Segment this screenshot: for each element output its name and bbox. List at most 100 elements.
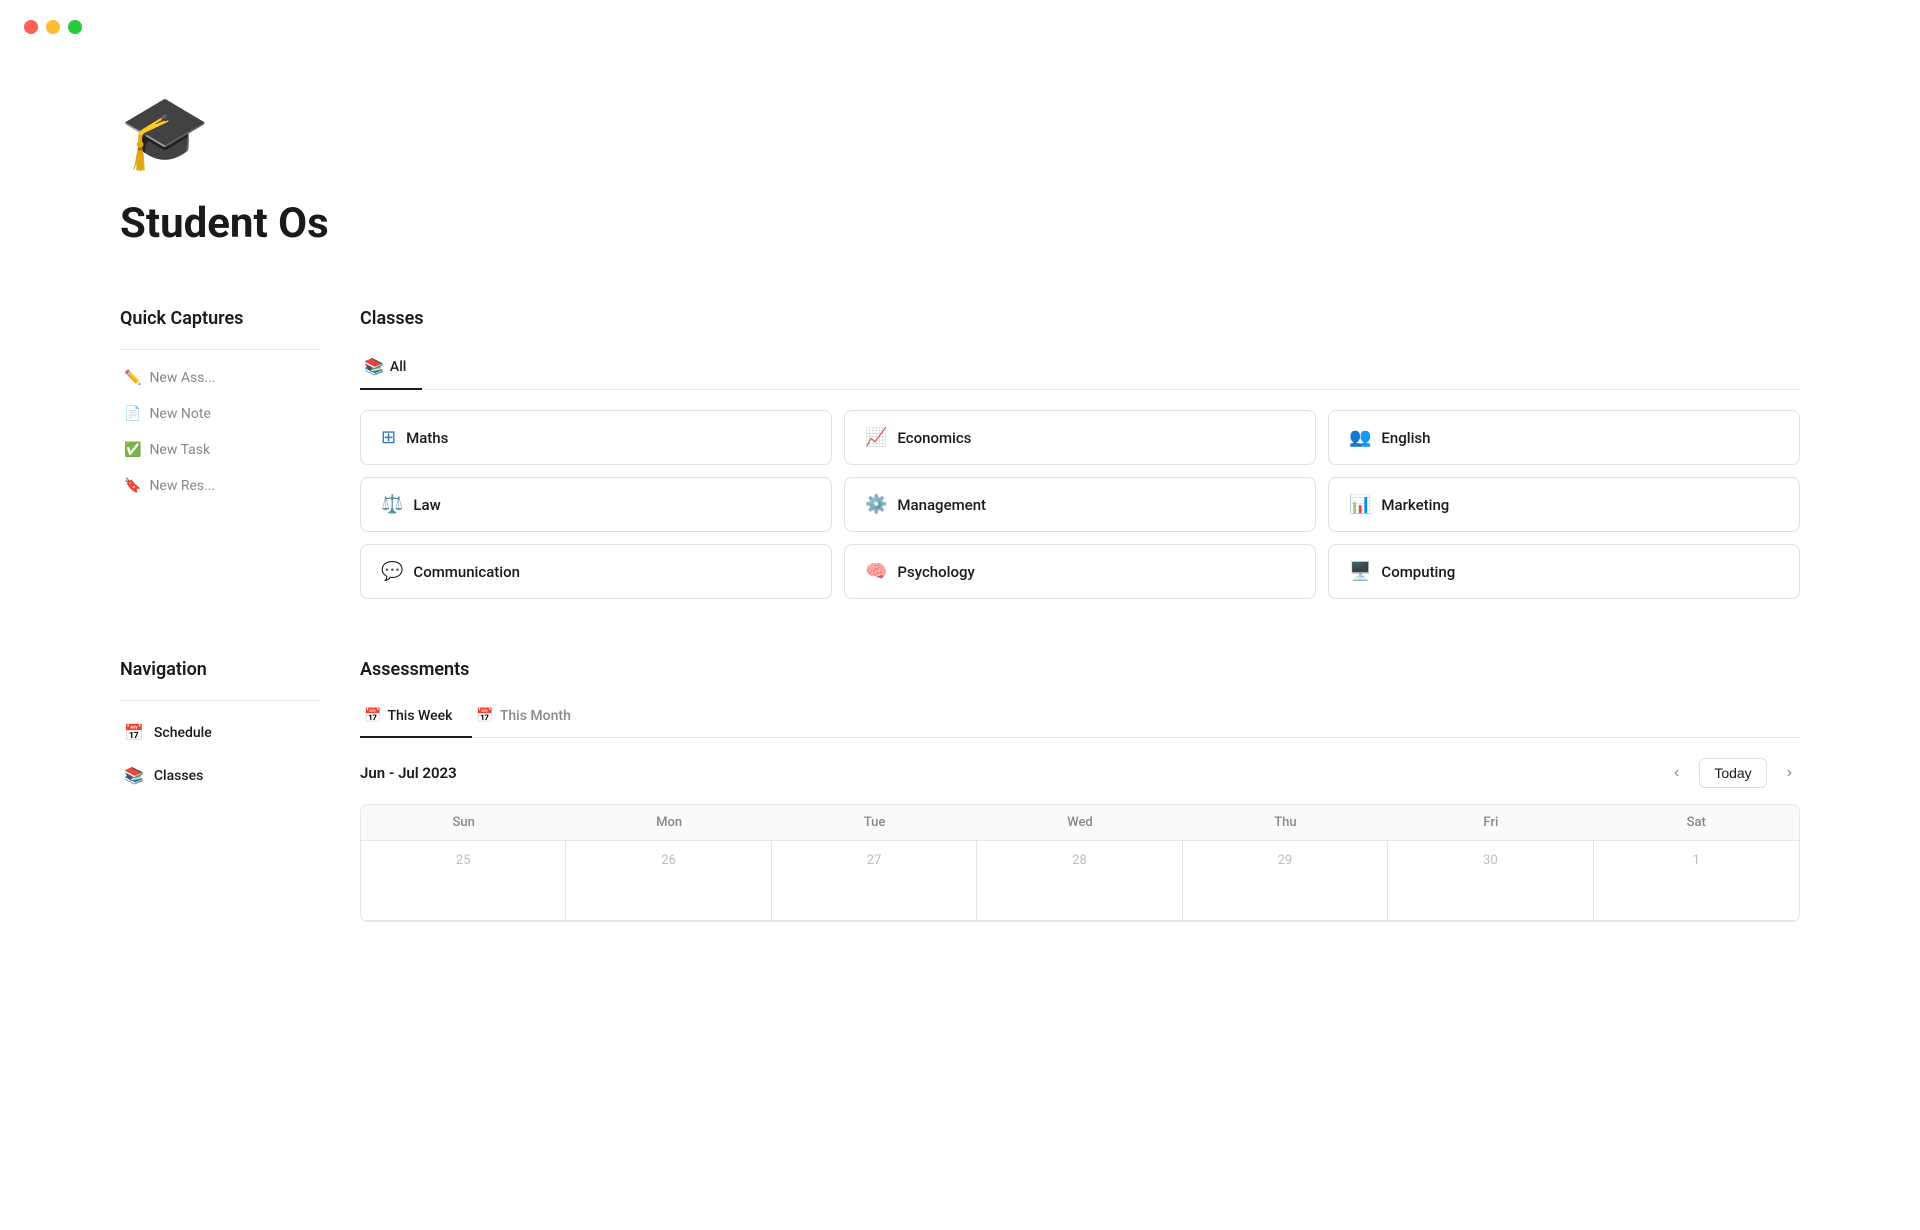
classes-nav-icon: 📚 <box>124 766 144 785</box>
navigation-list: 📅 Schedule 📚 Classes <box>120 700 320 795</box>
close-button[interactable] <box>24 20 38 34</box>
english-icon: 👥 <box>1349 427 1371 448</box>
schedule-icon: 📅 <box>124 723 144 742</box>
calendar-cell-6[interactable]: 1 <box>1594 841 1799 921</box>
calendar-header: Jun - Jul 2023 ‹ Today › <box>360 758 1800 788</box>
calendar-cell-0[interactable]: 25 <box>361 841 566 921</box>
cal-date-26: 26 <box>576 853 760 868</box>
economics-label: Economics <box>897 429 971 447</box>
navigation-section: Navigation 📅 Schedule 📚 Classes <box>120 659 320 922</box>
assessments-header: Assessments <box>360 659 1800 680</box>
classes-section: Classes 📚 All ⊞ Maths 📈 Economics <box>360 308 1800 599</box>
computing-icon: 🖥️ <box>1349 561 1371 582</box>
class-maths[interactable]: ⊞ Maths <box>360 410 832 465</box>
bookmark-icon: 🔖 <box>124 478 141 494</box>
main-content: 🎓 Student Os Quick Captures ✏️ New Ass..… <box>0 30 1920 982</box>
management-icon: ⚙️ <box>865 494 887 515</box>
calendar-date-range: Jun - Jul 2023 <box>360 764 457 782</box>
note-icon: 📄 <box>124 406 141 422</box>
new-assignment-item[interactable]: ✏️ New Ass... <box>120 362 320 394</box>
cal-date-28: 28 <box>987 853 1171 868</box>
quick-captures-section: Quick Captures ✏️ New Ass... 📄 New Note … <box>120 308 320 599</box>
new-resource-label: New Res... <box>149 478 215 494</box>
law-icon: ⚖️ <box>381 494 403 515</box>
day-header-sat: Sat <box>1594 805 1799 841</box>
economics-icon: 📈 <box>865 427 887 448</box>
day-header-fri: Fri <box>1388 805 1593 841</box>
communication-label: Communication <box>413 563 520 581</box>
tab-all[interactable]: 📚 All <box>360 349 422 390</box>
top-section: Quick Captures ✏️ New Ass... 📄 New Note … <box>120 308 1800 599</box>
calendar-cell-5[interactable]: 30 <box>1388 841 1593 921</box>
class-marketing[interactable]: 📊 Marketing <box>1328 477 1800 532</box>
maths-icon: ⊞ <box>381 427 396 448</box>
new-note-item[interactable]: 📄 New Note <box>120 398 320 430</box>
day-header-wed: Wed <box>977 805 1182 841</box>
classes-header: Classes <box>360 308 1800 329</box>
english-label: English <box>1381 429 1430 447</box>
class-economics[interactable]: 📈 Economics <box>844 410 1316 465</box>
this-week-calendar-icon: 📅 <box>364 708 381 724</box>
class-management[interactable]: ⚙️ Management <box>844 477 1316 532</box>
check-icon: ✅ <box>124 442 141 458</box>
psychology-label: Psychology <box>897 563 974 581</box>
computing-label: Computing <box>1381 563 1455 581</box>
class-computing[interactable]: 🖥️ Computing <box>1328 544 1800 599</box>
new-note-label: New Note <box>149 406 210 422</box>
new-task-item[interactable]: ✅ New Task <box>120 434 320 466</box>
marketing-icon: 📊 <box>1349 494 1371 515</box>
quick-captures-header: Quick Captures <box>120 308 320 329</box>
calendar-prev-button[interactable]: ‹ <box>1666 760 1687 786</box>
maximize-button[interactable] <box>68 20 82 34</box>
schedule-label: Schedule <box>154 725 212 741</box>
minimize-button[interactable] <box>46 20 60 34</box>
class-communication[interactable]: 💬 Communication <box>360 544 832 599</box>
calendar-cell-2[interactable]: 27 <box>772 841 977 921</box>
cal-date-1: 1 <box>1604 853 1789 868</box>
marketing-label: Marketing <box>1381 496 1449 514</box>
tab-this-month[interactable]: 📅 This Month <box>472 700 590 738</box>
books-icon: 📚 <box>364 357 384 376</box>
class-english[interactable]: 👥 English <box>1328 410 1800 465</box>
classes-grid: ⊞ Maths 📈 Economics 👥 English ⚖️ Law ⚙️ <box>360 410 1800 599</box>
calendar-cell-3[interactable]: 28 <box>977 841 1182 921</box>
psychology-icon: 🧠 <box>865 561 887 582</box>
new-assignment-label: New Ass... <box>149 370 215 386</box>
management-label: Management <box>897 496 986 514</box>
classes-tabs: 📚 All <box>360 349 1800 390</box>
day-header-thu: Thu <box>1183 805 1388 841</box>
new-resource-item[interactable]: 🔖 New Res... <box>120 470 320 502</box>
bottom-section: Navigation 📅 Schedule 📚 Classes Assessme… <box>120 659 1800 922</box>
assessments-section: Assessments 📅 This Week 📅 This Month Jun… <box>360 659 1800 922</box>
cal-date-29: 29 <box>1193 853 1377 868</box>
tab-this-week[interactable]: 📅 This Week <box>360 700 472 738</box>
calendar-today-button[interactable]: Today <box>1699 758 1766 788</box>
classes-nav-label: Classes <box>154 768 203 784</box>
logo-area: 🎓 <box>120 90 1800 175</box>
day-header-tue: Tue <box>772 805 977 841</box>
communication-icon: 💬 <box>381 561 403 582</box>
nav-classes[interactable]: 📚 Classes <box>120 756 320 795</box>
cal-date-27: 27 <box>782 853 966 868</box>
calendar-navigation: ‹ Today › <box>1666 758 1800 788</box>
day-header-sun: Sun <box>361 805 566 841</box>
page-title: Student Os <box>120 199 1800 248</box>
nav-schedule[interactable]: 📅 Schedule <box>120 713 320 752</box>
navigation-header: Navigation <box>120 659 320 680</box>
class-law[interactable]: ⚖️ Law <box>360 477 832 532</box>
law-label: Law <box>413 496 440 514</box>
graduation-cap-icon: 🎓 <box>120 90 210 175</box>
class-psychology[interactable]: 🧠 Psychology <box>844 544 1316 599</box>
calendar-next-button[interactable]: › <box>1779 760 1800 786</box>
edit-icon: ✏️ <box>124 370 141 386</box>
cal-date-30: 30 <box>1398 853 1582 868</box>
assessments-tabs: 📅 This Week 📅 This Month <box>360 700 1800 738</box>
window-controls <box>0 0 106 54</box>
quick-captures-list: ✏️ New Ass... 📄 New Note ✅ New Task 🔖 Ne… <box>120 349 320 502</box>
this-month-calendar-icon: 📅 <box>476 708 493 724</box>
maths-label: Maths <box>406 429 448 447</box>
calendar-cell-4[interactable]: 29 <box>1183 841 1388 921</box>
new-task-label: New Task <box>149 442 210 458</box>
cal-date-25: 25 <box>371 853 555 868</box>
calendar-cell-1[interactable]: 26 <box>566 841 771 921</box>
